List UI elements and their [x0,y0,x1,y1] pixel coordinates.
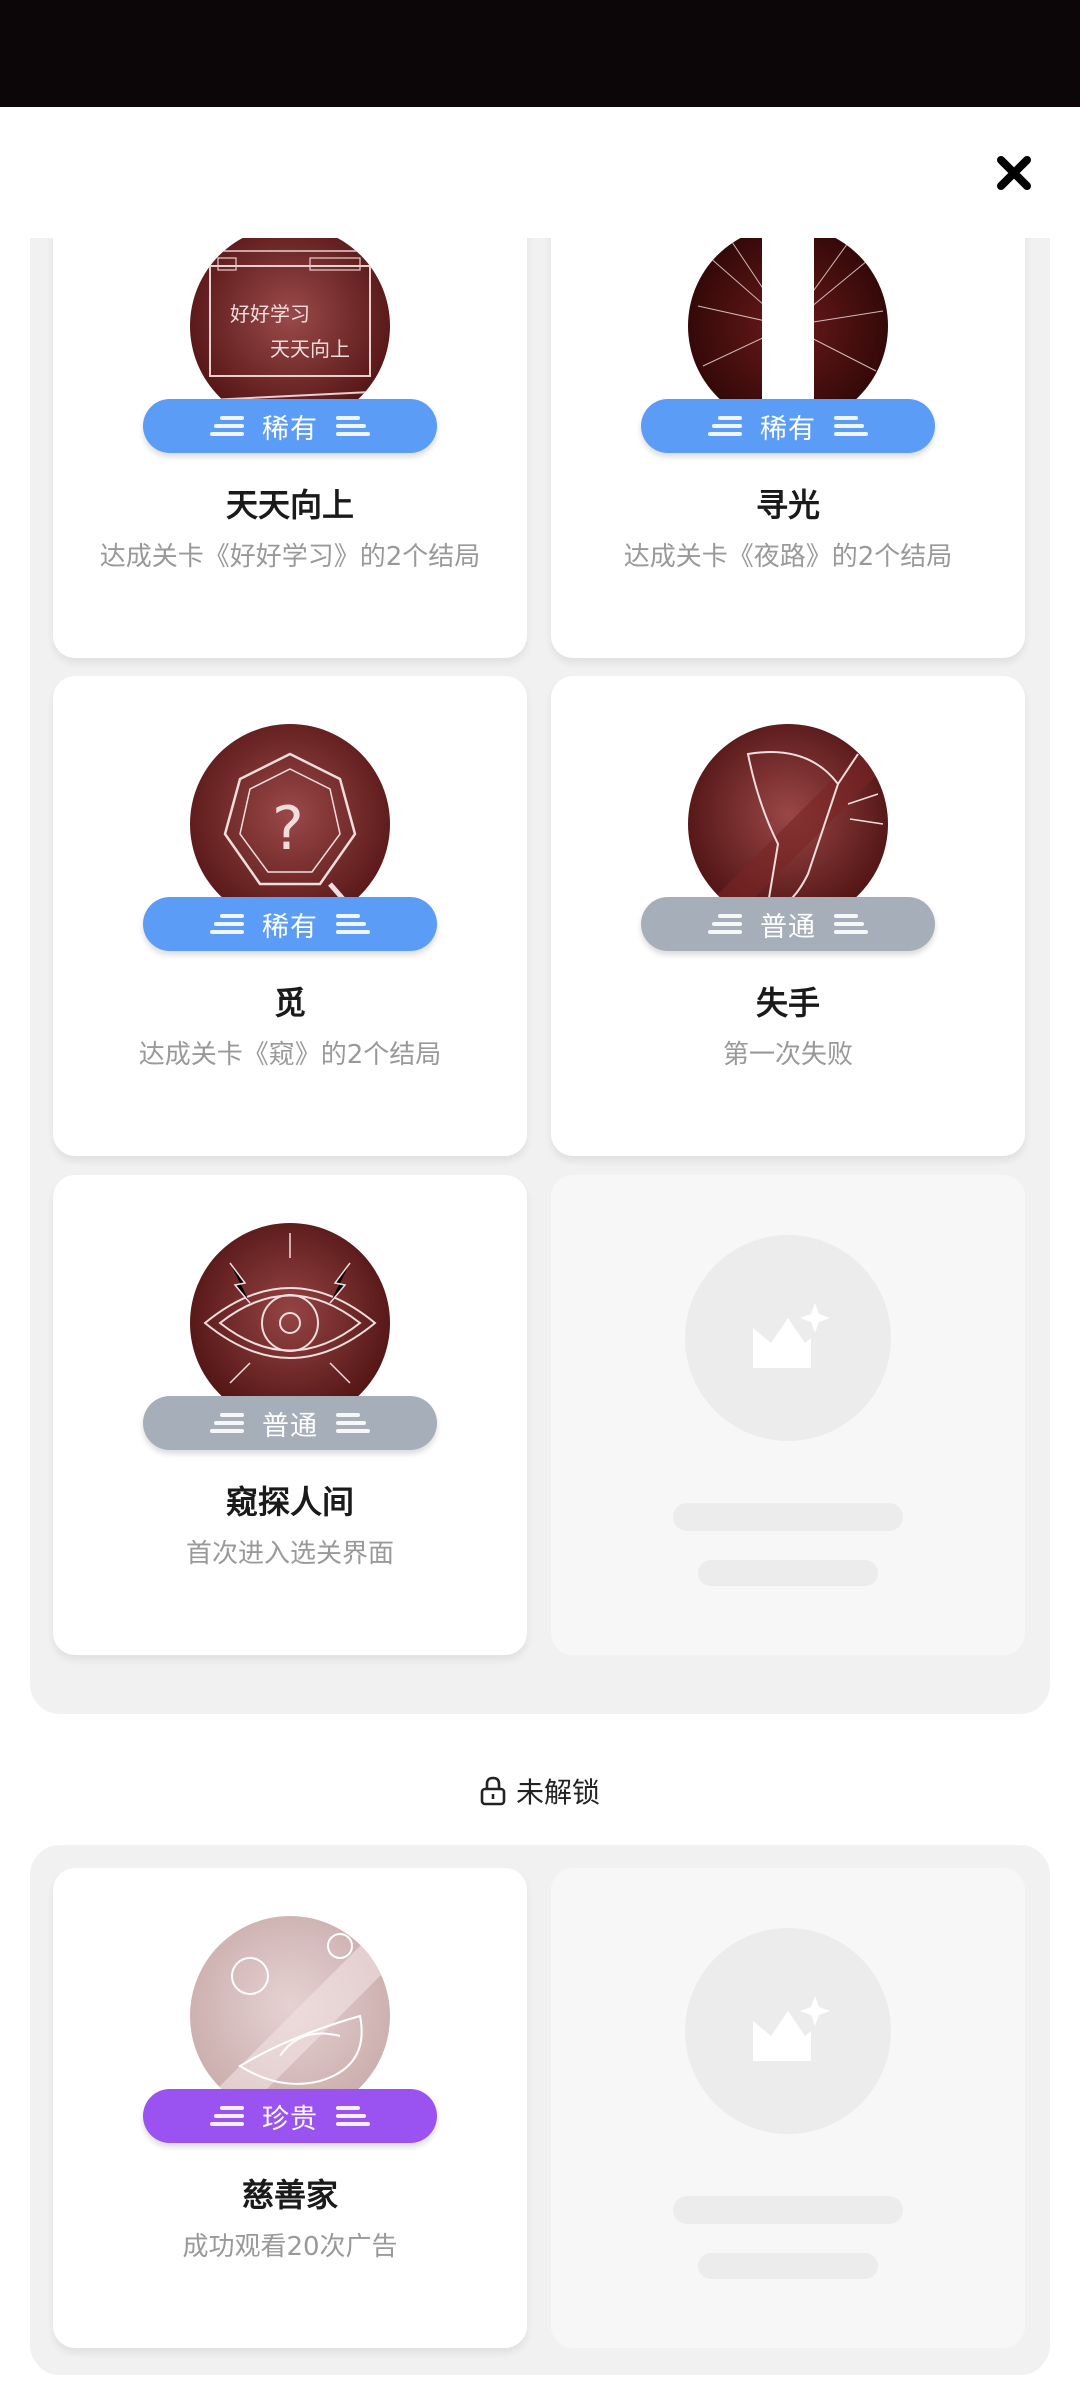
rarity-badge: 稀有 [143,897,437,951]
badge-image-falling-hand [688,724,888,924]
locked-section-label: 未解锁 [515,1776,600,1809]
achievement-title: 觅 [273,984,306,1022]
placeholder-desc [698,2253,878,2279]
placeholder-title [673,1503,903,1531]
placeholder-desc [698,1560,878,1586]
crown-placeholder-icon [753,1303,830,1368]
rarity-badge: 稀有 [143,399,437,453]
achievement-card[interactable]: 普通 失手 第一次失败 [551,676,1025,1156]
close-button[interactable] [984,148,1044,198]
badge-image-chalkboard: 好好学习 天天向上 [190,238,390,426]
badge-image-coins-hand [190,1916,390,2116]
placeholder-card [551,1868,1025,2348]
rarity-badge: 普通 [143,1396,437,1450]
placeholder-badge [685,1235,891,1441]
crown-placeholder-icon [753,1996,830,2061]
placeholder-card [551,1175,1025,1655]
achievement-card[interactable]: 珍贵 慈善家 成功观看20次广告 [53,1868,527,2348]
svg-text:好好学习: 好好学习 [230,302,310,326]
achievement-card[interactable]: 普通 窥探人间 首次进入选关界面 [53,1175,527,1655]
achievement-title: 窥探人间 [225,1483,354,1521]
achievement-desc: 达成关卡《窥》的2个结局 [138,1040,442,1070]
achievement-list[interactable]: 好好学习 天天向上 稀有 天天向上 达成关卡《好好学习》的2个结局 稀有 寻光 … [0,238,1080,2400]
achievement-title: 慈善家 [241,2176,338,2214]
achievement-title: 天天向上 [225,486,354,524]
close-icon [997,156,1031,190]
achievement-title: 寻光 [755,486,820,524]
svg-text:天天向上: 天天向上 [270,337,350,361]
achievement-desc: 首次进入选关界面 [185,1539,394,1569]
status-bar [0,0,1080,107]
svg-text:?: ? [272,794,304,864]
badge-image-light-beam [688,238,888,426]
placeholder-badge [685,1928,891,2134]
unlocked-group: 好好学习 天天向上 稀有 天天向上 达成关卡《好好学习》的2个结局 稀有 寻光 … [30,238,1050,1714]
achievement-desc: 达成关卡《好好学习》的2个结局 [99,542,481,572]
rarity-badge: 珍贵 [143,2089,437,2143]
badge-image-magnifier: ? [190,724,390,924]
achievement-desc: 成功观看20次广告 [182,2232,398,2262]
badge-image-eye [190,1223,390,1423]
placeholder-title [673,2196,903,2224]
locked-group: 珍贵 慈善家 成功观看20次广告 [30,1845,1050,2375]
achievement-card[interactable]: 好好学习 天天向上 稀有 天天向上 达成关卡《好好学习》的2个结局 [53,238,527,658]
achievement-desc: 达成关卡《夜路》的2个结局 [623,542,953,572]
achievement-card[interactable]: ? 稀有 觅 达成关卡《窥》的2个结局 [53,676,527,1156]
lock-icon [480,1776,506,1806]
rarity-badge: 稀有 [641,399,935,453]
achievement-card[interactable]: 稀有 寻光 达成关卡《夜路》的2个结局 [551,238,1025,658]
locked-section-header: 未解锁 [0,1771,1080,1811]
achievement-desc: 第一次失败 [722,1040,853,1070]
rarity-badge: 普通 [641,897,935,951]
achievement-title: 失手 [755,984,820,1022]
